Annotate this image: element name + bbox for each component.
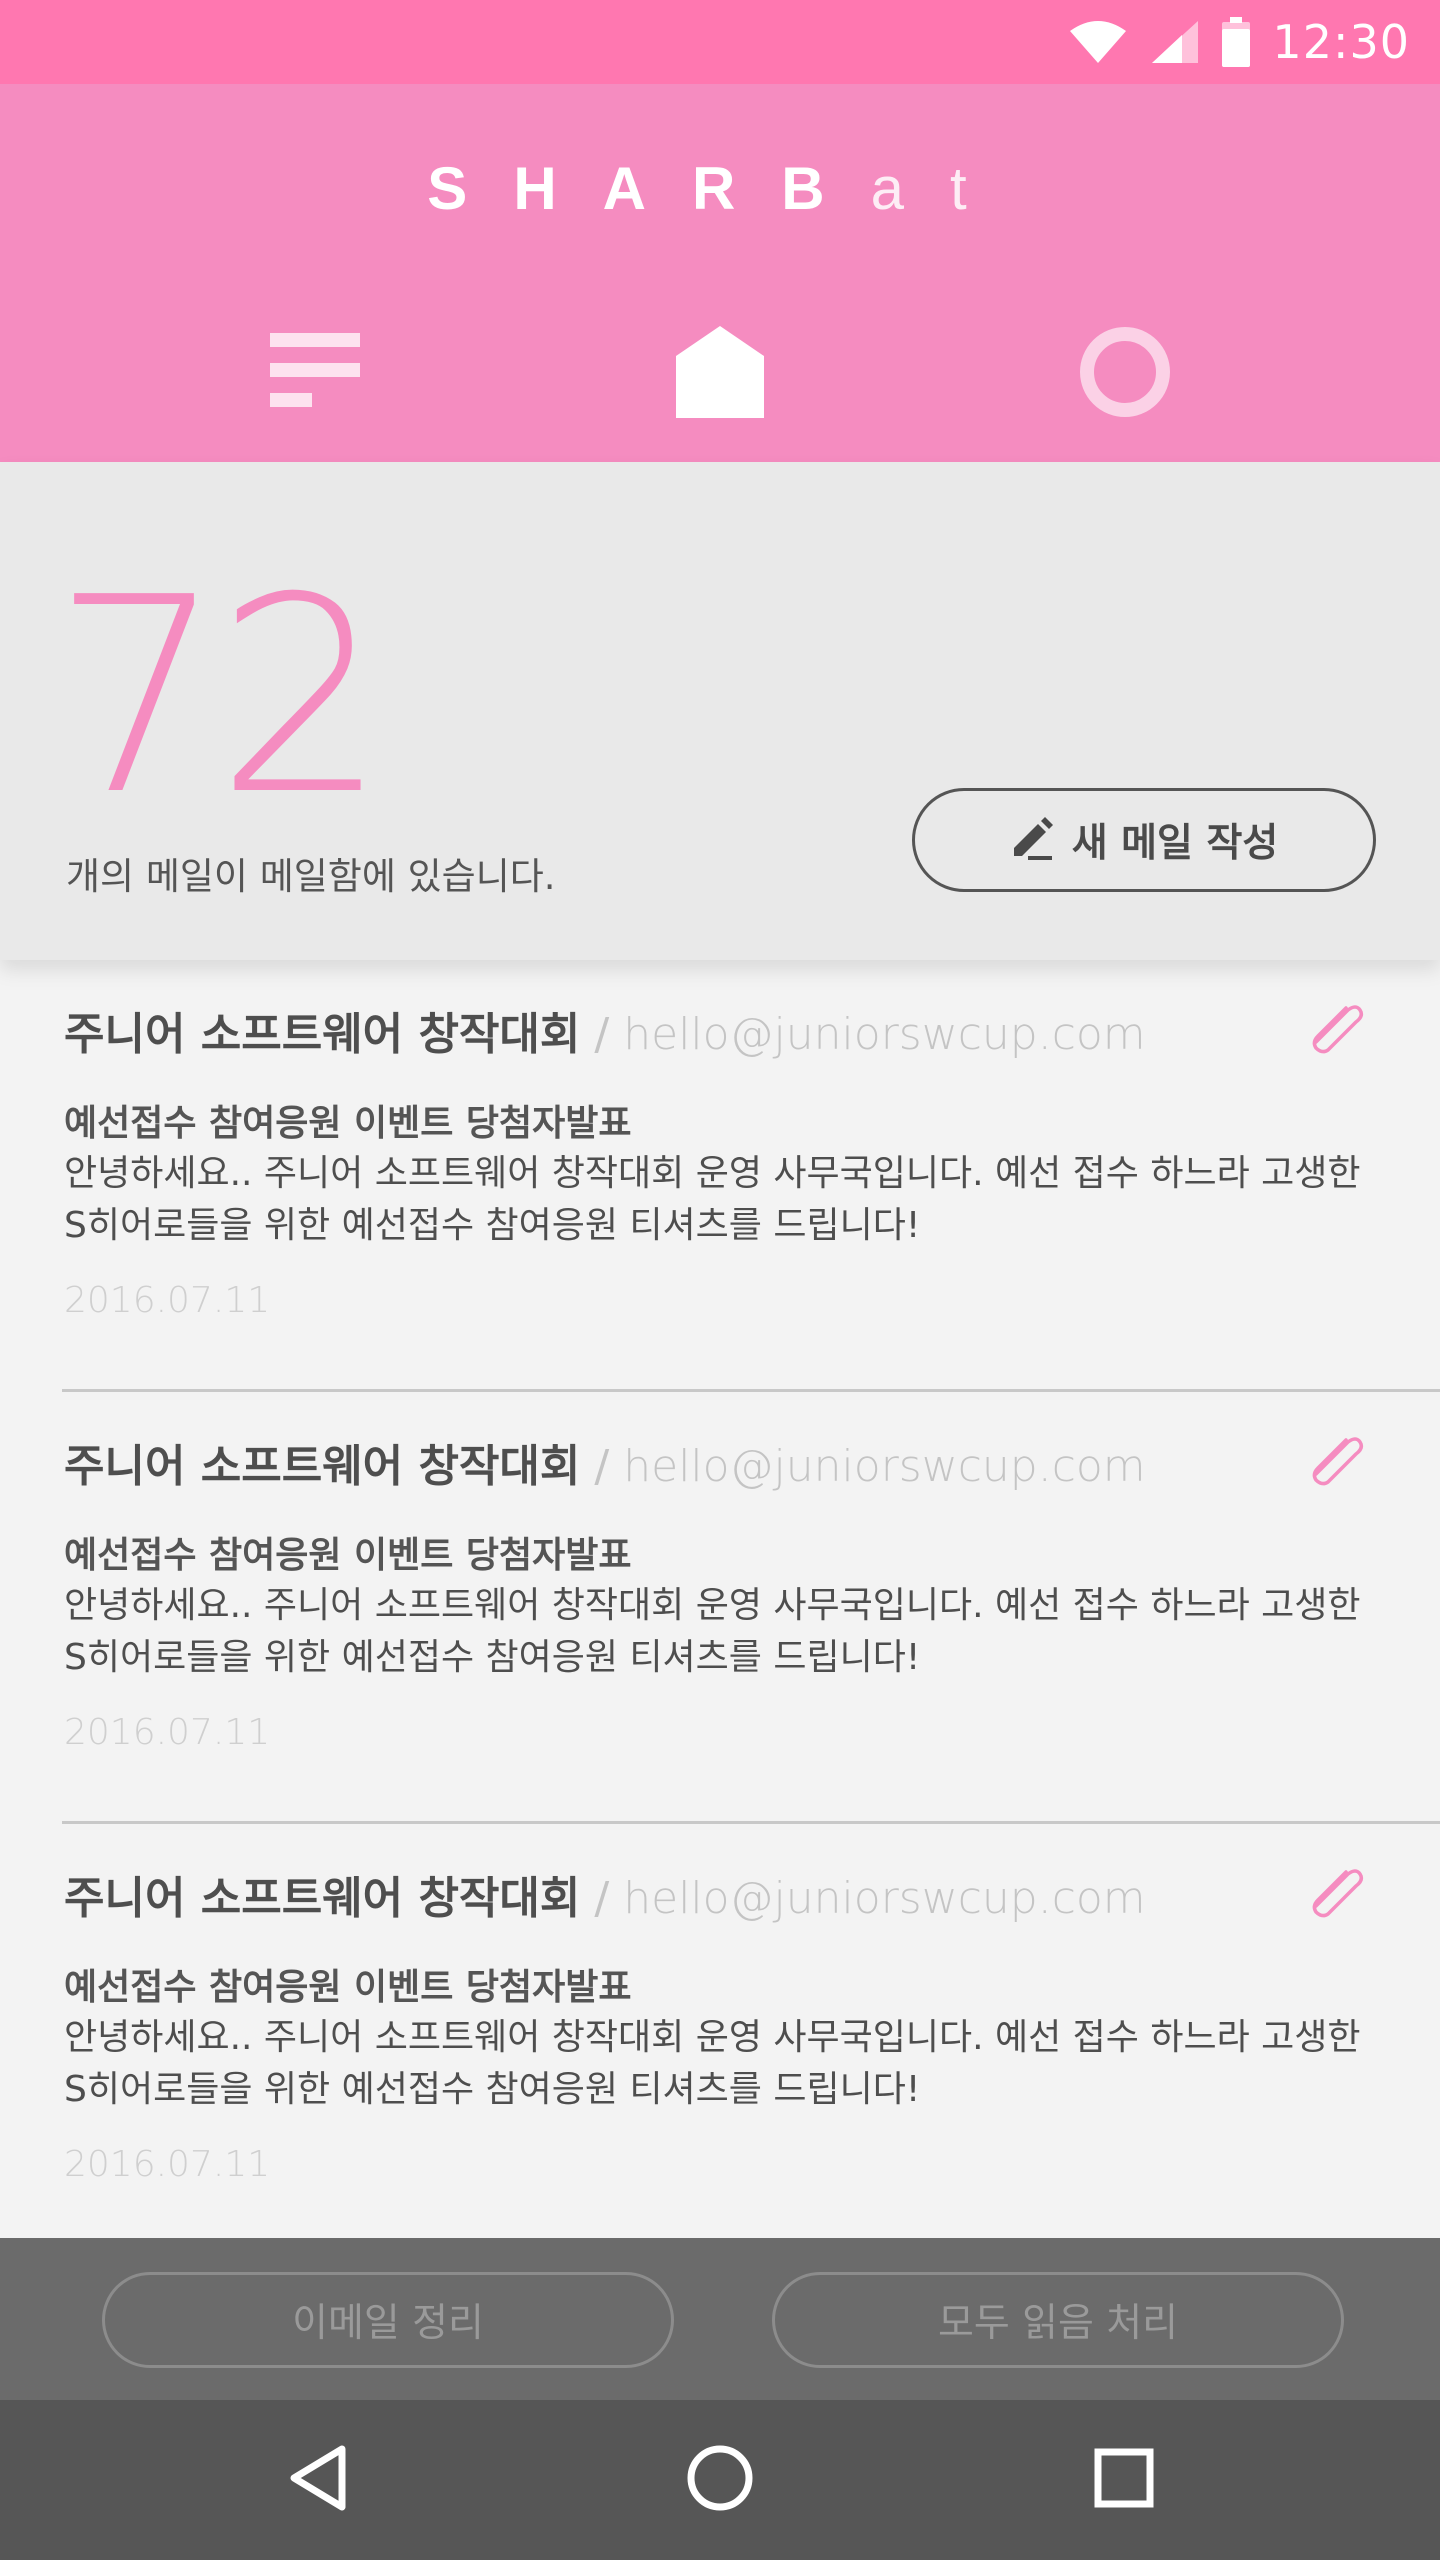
menu-lines-icon [270,333,360,415]
paperclip-icon[interactable] [1308,1860,1366,1918]
home-icon [676,326,764,422]
mail-date: 2016.07.11 [64,1712,271,1753]
mail-item[interactable]: 주니어 소프트웨어 창작대회 / hello@juniorswcup.com 예… [62,1392,1440,1824]
wifi-icon [1068,19,1128,65]
tab-home[interactable] [660,314,780,434]
mail-subject: 예선접수 참여응원 이벤트 당첨자발표 [64,1535,632,1576]
mail-header-line: 주니어 소프트웨어 창작대회 / hello@juniorswcup.com [64,1862,1146,1926]
tab-menu[interactable] [255,314,375,434]
status-bar: 12:30 [0,0,1440,84]
battery-icon [1222,17,1251,67]
nav-back-button[interactable] [268,2430,368,2530]
back-triangle-icon [288,2444,348,2516]
mail-sender: 주니어 소프트웨어 창작대회 [64,1441,581,1492]
mail-sender: 주니어 소프트웨어 창작대회 [64,1873,581,1924]
mail-header-line: 주니어 소프트웨어 창작대회 / hello@juniorswcup.com [64,998,1146,1062]
mail-date: 2016.07.11 [64,1280,271,1321]
brand-logo: SHARBat [0,154,1440,224]
mail-date: 2016.07.11 [64,2144,271,2185]
mail-list: 주니어 소프트웨어 창작대회 / hello@juniorswcup.com 예… [0,960,1440,2238]
mail-preview: 안녕하세요.. 주니어 소프트웨어 창작대회 운영 사무국입니다. 예선 접수 … [64,1153,1361,1246]
mail-separator: / [594,1441,610,1492]
system-nav-bar [0,2400,1440,2560]
status-time: 12:30 [1272,15,1410,69]
mailbox-summary: 72 개의 메일이 메일함에 있습니다. 새 메일 작성 [0,462,1440,960]
mail-preview: 안녕하세요.. 주니어 소프트웨어 창작대회 운영 사무국입니다. 예선 접수 … [64,2017,1361,2110]
tab-profile[interactable] [1065,314,1185,434]
nav-recents-button[interactable] [1074,2430,1174,2530]
mail-sender-email: hello@juniorswcup.com [623,1441,1146,1492]
mail-count: 72 [52,539,388,854]
mail-item[interactable]: 주니어 소프트웨어 창작대회 / hello@juniorswcup.com 예… [62,1824,1440,2238]
mail-subject: 예선접수 참여응원 이벤트 당첨자발표 [64,1967,632,2008]
mail-count-caption: 개의 메일이 메일함에 있습니다. [66,855,556,898]
pencil-icon [1010,816,1054,864]
app-header: SHARBat [0,84,1440,462]
compose-mail-button[interactable]: 새 메일 작성 [912,788,1376,892]
mark-all-read-button[interactable]: 모두 읽음 처리 [772,2272,1344,2368]
paperclip-icon[interactable] [1308,1428,1366,1486]
compose-label: 새 메일 작성 [1071,821,1279,866]
ring-icon [1078,325,1172,423]
recents-square-icon [1094,2448,1154,2512]
mail-sender-email: hello@juniorswcup.com [623,1009,1146,1060]
paperclip-icon[interactable] [1308,996,1366,1054]
brand-secondary: at [870,155,1013,222]
brand-primary: SHARB [427,155,871,222]
mail-separator: / [594,1873,610,1924]
mail-separator: / [594,1009,610,1060]
mail-item[interactable]: 주니어 소프트웨어 창작대회 / hello@juniorswcup.com 예… [62,960,1440,1392]
mail-preview: 안녕하세요.. 주니어 소프트웨어 창작대회 운영 사무국입니다. 예선 접수 … [64,1585,1361,1678]
mail-header-line: 주니어 소프트웨어 창작대회 / hello@juniorswcup.com [64,1430,1146,1494]
mail-sender: 주니어 소프트웨어 창작대회 [64,1009,581,1060]
cell-signal-icon [1150,19,1200,65]
nav-home-button[interactable] [670,2430,770,2530]
action-bar: 이메일 정리 모두 읽음 처리 [0,2238,1440,2400]
mail-subject: 예선접수 참여응원 이벤트 당첨자발표 [64,1103,632,1144]
mail-sender-email: hello@juniorswcup.com [623,1873,1146,1924]
home-circle-icon [686,2444,754,2516]
clean-mail-button[interactable]: 이메일 정리 [102,2272,674,2368]
